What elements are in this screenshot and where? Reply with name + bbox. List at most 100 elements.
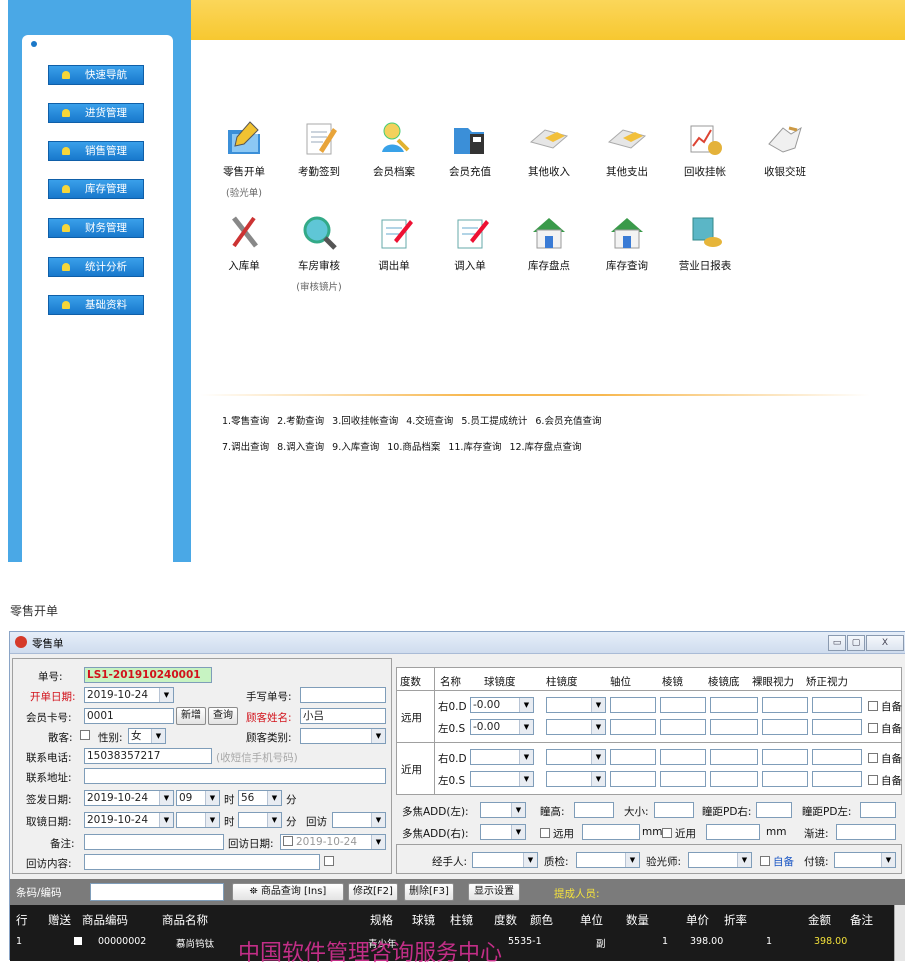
nav-quick[interactable]: 快速导航	[48, 65, 144, 85]
issue-date-picker[interactable]: 2019-10-24 ▼	[84, 790, 174, 806]
query-member-button[interactable]: 查询	[208, 707, 238, 725]
handler-select[interactable]: ▼	[472, 852, 538, 868]
link-recharge-query[interactable]: 6.会员充值查询	[535, 416, 601, 427]
handwrite-field[interactable]	[300, 687, 386, 703]
self-supplied-checkbox[interactable]: 自备	[868, 721, 902, 736]
link-stocktake-query[interactable]: 12.库存盘点查询	[509, 442, 581, 453]
link-stock-query[interactable]: 11.库存查询	[448, 442, 501, 453]
link-retail-query[interactable]: 1.零售查询	[222, 416, 269, 427]
revisit-checkbox[interactable]	[324, 856, 337, 868]
gift-checkbox[interactable]	[74, 937, 82, 945]
link-attendance-query[interactable]: 2.考勤查询	[277, 416, 324, 427]
tile-retail-order[interactable]: 零售开单 (验光单)	[207, 118, 281, 199]
tile-transfer-out[interactable]: 调出单	[357, 212, 431, 273]
walkin-checkbox[interactable]	[80, 730, 93, 742]
phone-field[interactable]: 15038357217	[84, 748, 212, 764]
pd-left-field[interactable]	[860, 802, 896, 818]
issue-min-select[interactable]: 56 ▼	[238, 790, 282, 806]
rx-value-field[interactable]	[660, 749, 706, 765]
rx-value-field[interactable]	[812, 697, 862, 713]
link-in-query[interactable]: 8.调入查询	[277, 442, 324, 453]
rx-value-field[interactable]	[812, 771, 862, 787]
rx-value-field[interactable]	[710, 719, 758, 735]
rx-cyl-select[interactable]: ▼	[546, 697, 606, 713]
revisit-select[interactable]: ▼	[332, 812, 386, 828]
address-field[interactable]	[84, 768, 386, 784]
rx-value-field[interactable]	[710, 749, 758, 765]
rx-value-field[interactable]	[710, 771, 758, 787]
close-button[interactable]: X	[866, 635, 904, 651]
rx-value-field[interactable]	[610, 719, 656, 735]
near-use-checkbox[interactable]: 近用	[662, 826, 696, 841]
tile-other-expense[interactable]: 其他支出	[590, 118, 664, 179]
pickup-hour-select[interactable]: ▼	[176, 812, 220, 828]
rx-sph-select[interactable]: ▼	[470, 771, 534, 787]
add-member-button[interactable]: 新增	[176, 707, 206, 725]
rx-value-field[interactable]	[762, 697, 808, 713]
tile-other-income[interactable]: 其他收入	[512, 118, 586, 179]
nav-basic[interactable]: 基础资料	[48, 295, 144, 315]
qc-select[interactable]: ▼	[576, 852, 640, 868]
link-recovery-query[interactable]: 3.回收挂帐查询	[332, 416, 398, 427]
nav-sales[interactable]: 销售管理	[48, 141, 144, 161]
tile-stock-in[interactable]: 入库单	[207, 212, 281, 273]
link-handover-query[interactable]: 4.交班查询	[406, 416, 453, 427]
tile-transfer-in[interactable]: 调入单	[433, 212, 507, 273]
link-stockin-query[interactable]: 9.入库查询	[332, 442, 379, 453]
rx-value-field[interactable]	[762, 719, 808, 735]
rx-value-field[interactable]	[762, 771, 808, 787]
self-supplied-checkbox[interactable]: 自备	[868, 751, 902, 766]
far-use-checkbox[interactable]: 远用	[540, 826, 574, 841]
add-right-select[interactable]: ▼	[480, 824, 526, 840]
tile-stocktake[interactable]: 库存盘点	[512, 212, 586, 273]
rx-sph-select[interactable]: -0.00 ▼	[470, 719, 534, 735]
open-date-picker[interactable]: 2019-10-24 ▼	[84, 687, 174, 703]
rx-value-field[interactable]	[660, 697, 706, 713]
minimize-button[interactable]: ▭	[828, 635, 846, 651]
pd-right-field[interactable]	[756, 802, 792, 818]
rx-value-field[interactable]	[660, 719, 706, 735]
link-out-query[interactable]: 7.调出查询	[222, 442, 269, 453]
maximize-button[interactable]: ▢	[847, 635, 865, 651]
size-field[interactable]	[654, 802, 694, 818]
rx-cyl-select[interactable]: ▼	[546, 749, 606, 765]
rx-value-field[interactable]	[660, 771, 706, 787]
barcode-field[interactable]	[90, 883, 224, 901]
card-field[interactable]: 0001	[84, 708, 174, 724]
goods-query-button[interactable]: ⛯ 商品查询 [Ins]	[232, 883, 344, 901]
rx-value-field[interactable]	[610, 771, 656, 787]
tile-member-file[interactable]: 会员档案	[357, 118, 431, 179]
delete-button[interactable]: 删除[F3]	[404, 883, 454, 901]
self-supplied-checkbox[interactable]: 自备	[868, 699, 902, 714]
rx-value-field[interactable]	[762, 749, 808, 765]
nav-finance[interactable]: 财务管理	[48, 218, 144, 238]
modify-button[interactable]: 修改[F2]	[348, 883, 398, 901]
tile-attendance[interactable]: 考勤签到	[282, 118, 356, 179]
rx-value-field[interactable]	[812, 719, 862, 735]
name-field[interactable]: 小吕	[300, 708, 386, 724]
rx-sph-select[interactable]: ▼	[470, 749, 534, 765]
far-use-field[interactable]	[582, 824, 640, 840]
link-goods-file[interactable]: 10.商品档案	[387, 442, 440, 453]
tile-daily-report[interactable]: 营业日报表	[668, 212, 742, 273]
remark-field[interactable]	[84, 834, 224, 850]
rx-value-field[interactable]	[812, 749, 862, 765]
nav-stats[interactable]: 统计分析	[48, 257, 144, 277]
self-supplied-checkbox[interactable]: 自备	[760, 854, 794, 869]
nav-inventory[interactable]: 库存管理	[48, 179, 144, 199]
pickup-min-select[interactable]: ▼	[238, 812, 282, 828]
tile-handover[interactable]: 收银交班	[748, 118, 822, 179]
add-left-select[interactable]: ▼	[480, 802, 526, 818]
display-settings-button[interactable]: 显示设置	[468, 883, 520, 901]
table-scrollbar[interactable]	[894, 905, 905, 961]
link-commission-stats[interactable]: 5.员工提成统计	[461, 416, 527, 427]
self-supplied-checkbox[interactable]: 自备	[868, 773, 902, 788]
nav-purchase[interactable]: 进货管理	[48, 103, 144, 123]
rx-sph-select[interactable]: -0.00 ▼	[470, 697, 534, 713]
rx-value-field[interactable]	[610, 697, 656, 713]
revisit-content-field[interactable]	[84, 854, 320, 870]
rx-value-field[interactable]	[610, 749, 656, 765]
tile-workshop-audit[interactable]: 车房审核 (审核镜片)	[282, 212, 356, 293]
issue-hour-select[interactable]: 09 ▼	[176, 790, 220, 806]
near-use-field[interactable]	[706, 824, 760, 840]
